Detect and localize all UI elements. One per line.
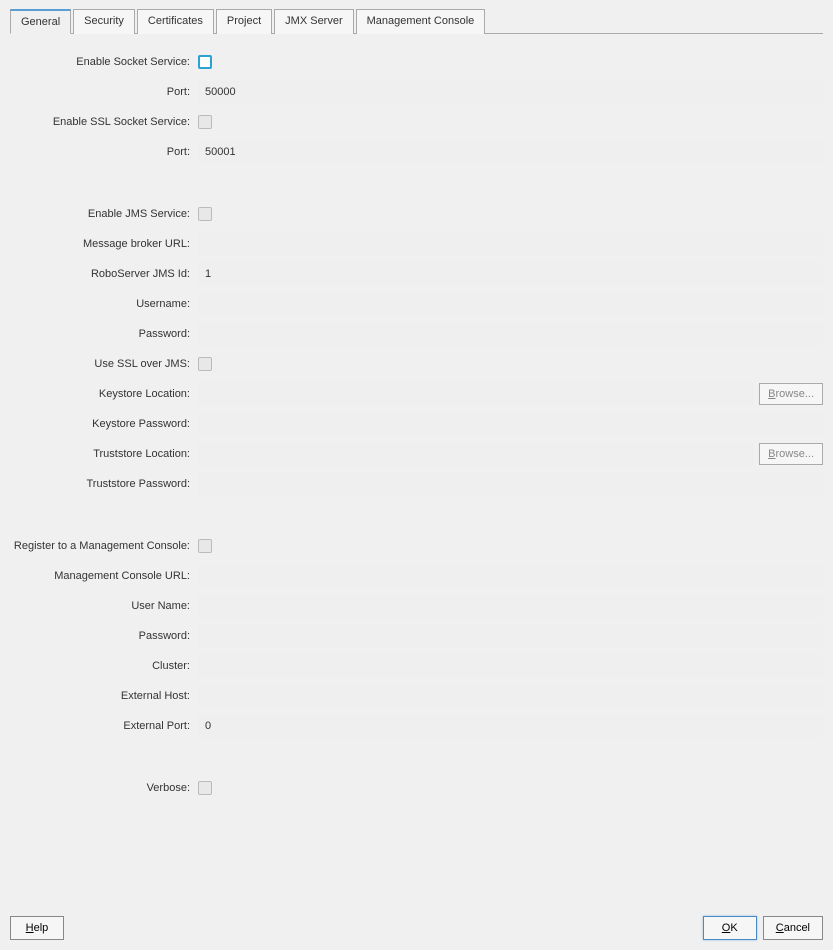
mc-password-input[interactable] (198, 625, 823, 647)
tab-certificates[interactable]: Certificates (137, 9, 214, 34)
enable-ssl-socket-label: Enable SSL Socket Service: (10, 116, 198, 128)
socket-port-input[interactable] (198, 81, 823, 103)
socket-port-label: Port: (10, 86, 198, 98)
truststore-pw-input[interactable] (198, 473, 823, 495)
jms-password-label: Password: (10, 328, 198, 340)
cancel-button[interactable]: Cancel (763, 916, 823, 940)
ext-port-label: External Port: (10, 720, 198, 732)
use-ssl-jms-checkbox[interactable] (198, 357, 212, 371)
mc-cluster-label: Cluster: (10, 660, 198, 672)
keystore-pw-input[interactable] (198, 413, 823, 435)
ext-host-input[interactable] (198, 685, 823, 707)
jms-id-input[interactable] (198, 263, 823, 285)
enable-ssl-socket-checkbox[interactable] (198, 115, 212, 129)
tab-jmx-server[interactable]: JMX Server (274, 9, 353, 34)
tab-general[interactable]: General (10, 9, 71, 34)
ssl-port-input[interactable] (198, 141, 823, 163)
mc-url-label: Management Console URL: (10, 570, 198, 582)
keystore-loc-label: Keystore Location: (10, 388, 198, 400)
broker-url-input[interactable] (198, 233, 823, 255)
truststore-loc-label: Truststore Location: (10, 448, 198, 460)
jms-username-label: Username: (10, 298, 198, 310)
enable-socket-checkbox[interactable] (198, 55, 212, 69)
ext-host-label: External Host: (10, 690, 198, 702)
keystore-loc-input[interactable] (198, 383, 753, 405)
tab-management-console[interactable]: Management Console (356, 9, 486, 34)
mc-username-label: User Name: (10, 600, 198, 612)
verbose-checkbox[interactable] (198, 781, 212, 795)
mc-password-label: Password: (10, 630, 198, 642)
jms-id-label: RoboServer JMS Id: (10, 268, 198, 280)
broker-url-label: Message broker URL: (10, 238, 198, 250)
enable-socket-label: Enable Socket Service: (10, 56, 198, 68)
ext-port-input[interactable] (198, 715, 823, 737)
truststore-pw-label: Truststore Password: (10, 478, 198, 490)
jms-username-input[interactable] (198, 293, 823, 315)
truststore-loc-input[interactable] (198, 443, 753, 465)
use-ssl-jms-label: Use SSL over JMS: (10, 358, 198, 370)
ok-button[interactable]: OK (703, 916, 757, 940)
jms-password-input[interactable] (198, 323, 823, 345)
mc-url-input[interactable] (198, 565, 823, 587)
register-mc-checkbox[interactable] (198, 539, 212, 553)
truststore-browse-button[interactable]: Browse... (759, 443, 823, 465)
enable-jms-label: Enable JMS Service: (10, 208, 198, 220)
keystore-browse-button[interactable]: Browse... (759, 383, 823, 405)
tab-security[interactable]: Security (73, 9, 135, 34)
tab-bar: General Security Certificates Project JM… (10, 8, 823, 34)
keystore-pw-label: Keystore Password: (10, 418, 198, 430)
footer: Help OK Cancel (10, 916, 823, 940)
enable-jms-checkbox[interactable] (198, 207, 212, 221)
register-mc-label: Register to a Management Console: (10, 540, 198, 552)
ssl-port-label: Port: (10, 146, 198, 158)
help-button[interactable]: Help (10, 916, 64, 940)
verbose-label: Verbose: (10, 782, 198, 794)
mc-cluster-input[interactable] (198, 655, 823, 677)
mc-username-input[interactable] (198, 595, 823, 617)
tab-project[interactable]: Project (216, 9, 272, 34)
